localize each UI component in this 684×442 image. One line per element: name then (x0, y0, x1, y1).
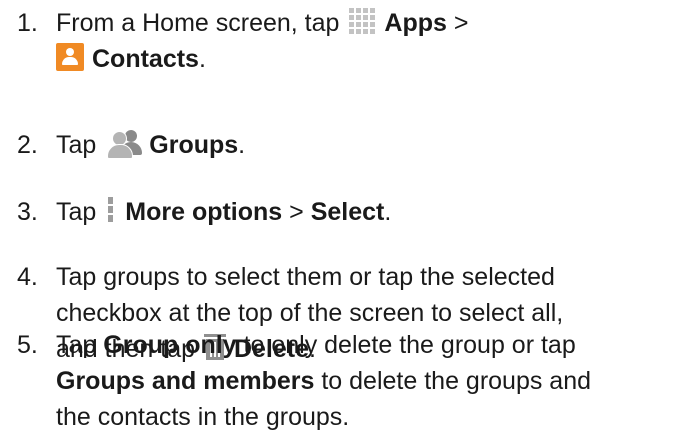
step-text-part: From a Home screen, tap (56, 9, 340, 37)
step-text-line: Tap groups to select them or tap the sel… (56, 263, 555, 291)
step-text-line: the contacts in the groups. (56, 403, 350, 431)
contacts-label: Contacts (92, 45, 199, 73)
step-number: 2. (17, 131, 38, 159)
step-text-line: checkbox at the top of the screen to sel… (56, 299, 564, 327)
contacts-icon (56, 43, 84, 72)
apps-grid-icon (348, 7, 378, 35)
more-options-label: More options (125, 198, 283, 226)
select-label: Select (310, 198, 385, 226)
step-text-part: Tap (56, 198, 97, 226)
step-text: Tap Group only to only delete the group … (56, 327, 676, 435)
separator: > (453, 9, 469, 37)
apps-label: Apps (384, 9, 447, 37)
group-only-label: Group only (103, 331, 237, 359)
period: . (384, 198, 392, 226)
step-number: 3. (17, 198, 38, 226)
step-text: From a Home screen, tap Apps > Contacts. (56, 5, 676, 77)
groups-label: Groups (149, 131, 239, 159)
step-text: Tap Groups. (56, 127, 676, 163)
step-number: 5. (17, 331, 38, 359)
groups-icon (105, 128, 143, 160)
step-number: 4. (17, 263, 38, 291)
step-number: 1. (17, 9, 38, 37)
step-text-part: to only delete the group or tap (243, 331, 576, 359)
step-text-part: to delete the groups and (321, 367, 592, 395)
more-options-icon (105, 196, 115, 224)
period: . (238, 131, 246, 159)
separator: > (289, 198, 304, 226)
step-text: Tap More options > Select. (56, 194, 676, 230)
step-text-part: Tap (56, 131, 97, 159)
period: . (198, 45, 206, 73)
step-text-part: Tap (56, 331, 97, 359)
groups-and-members-label: Groups and members (56, 367, 315, 395)
